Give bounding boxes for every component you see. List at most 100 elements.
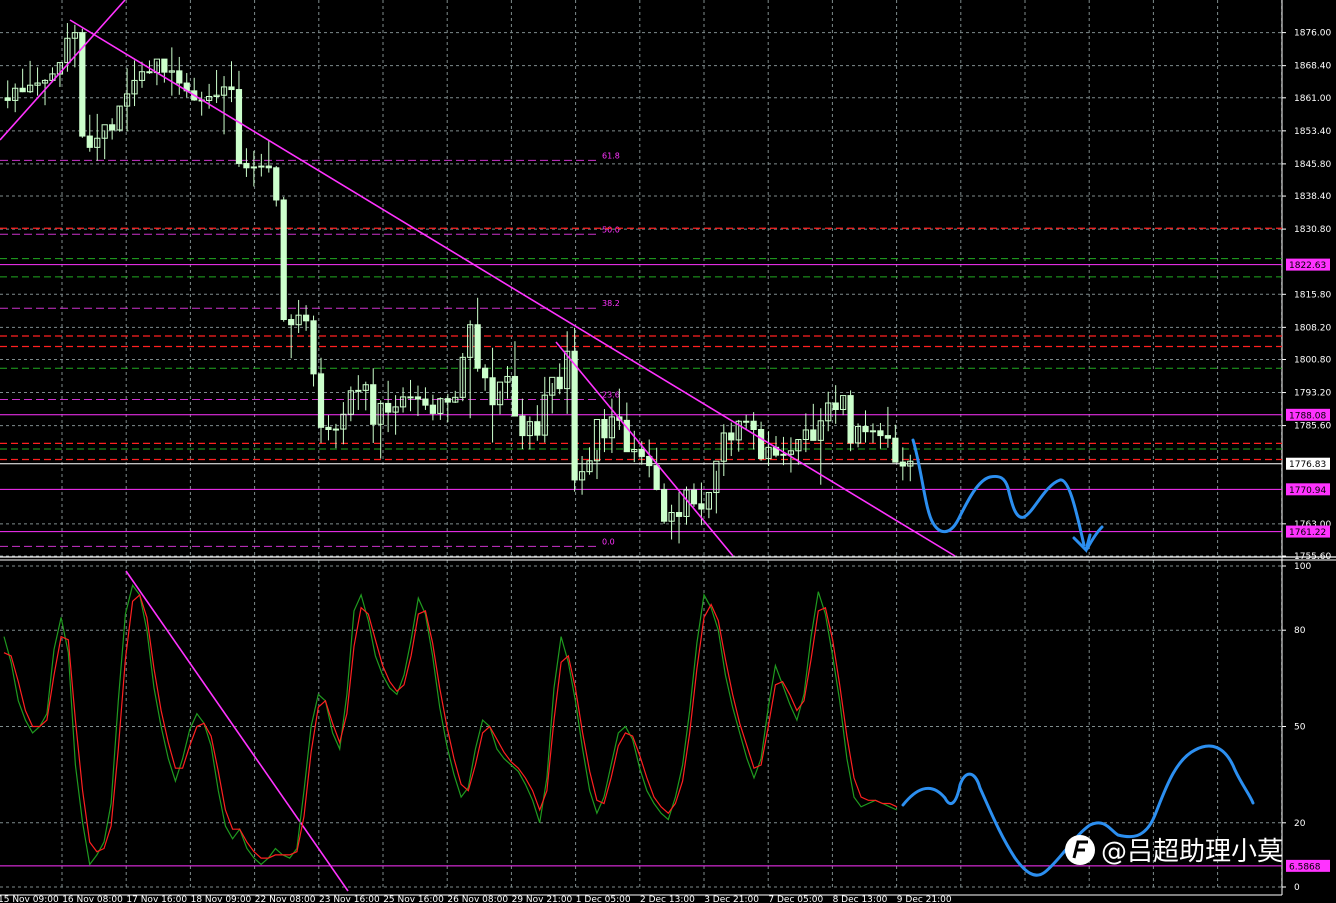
price-tick-label: 1868.40 (1294, 62, 1331, 72)
candle-body (161, 58, 168, 73)
candle-body (407, 396, 414, 399)
price-tag-label: 1788.08 (1289, 411, 1326, 421)
candle-body (489, 377, 496, 406)
time-axis: 15 Nov 09:00 16 Nov 08:00 17 Nov 16:00 18 N… (0, 895, 952, 903)
candle-body (474, 324, 481, 369)
time-tick-label: 15 Nov 09:00 (0, 895, 59, 903)
candle-body (884, 435, 892, 439)
price-tag-label: 1770.94 (1289, 486, 1326, 496)
oscillator-tick-label: 20 (1294, 819, 1306, 829)
fib-label: 38.2 (602, 299, 620, 308)
candle-body (317, 373, 325, 428)
candle-body (176, 70, 183, 84)
time-tick-label: 1 Dec 05:00 (576, 895, 631, 903)
time-tick-label: 26 Nov 08:00 (447, 895, 508, 903)
oscillator-tick-label: 100 (1294, 562, 1311, 572)
candle-body (370, 384, 377, 425)
candle-body (675, 512, 683, 517)
candle-body (235, 89, 243, 164)
candle-body (519, 415, 526, 437)
candle-body (258, 165, 265, 168)
time-tick-label: 18 Nov 09:00 (191, 895, 252, 903)
price-tag-label: 1822.63 (1289, 261, 1326, 271)
time-tick-label: 2 Dec 13:00 (640, 895, 695, 903)
time-tick-label: 23 Nov 16:00 (319, 895, 380, 903)
candle-body (511, 375, 519, 417)
candle-body (899, 461, 906, 467)
oscillator-tick-label: 80 (1294, 626, 1306, 636)
time-tick-label: 16 Nov 08:00 (62, 895, 123, 903)
oscillator-tick-label: 50 (1294, 723, 1306, 733)
price-tick-label: 1845.80 (1294, 160, 1331, 170)
fib-label: 61.8 (602, 151, 620, 160)
candle-body (847, 395, 854, 444)
candle-body (422, 398, 429, 406)
candle-body (302, 314, 310, 322)
candle-body (228, 86, 235, 91)
candle (847, 390, 854, 452)
candle-body (750, 420, 757, 430)
candle-body (444, 398, 451, 403)
time-tick-label: 9 Dec 21:00 (897, 895, 952, 903)
candle-body (653, 465, 660, 490)
price-tick-label: 1793.20 (1294, 389, 1331, 399)
candle (661, 483, 668, 524)
price-tick-label: 1853.40 (1294, 127, 1331, 137)
candle-body (250, 166, 257, 169)
candle-body (109, 124, 116, 131)
price-tag-label: 6.5868 (1289, 862, 1321, 872)
candle-body (4, 97, 11, 101)
time-tick-label: 25 Nov 16:00 (383, 895, 444, 903)
watermark-text: @吕超助理小莫 (1101, 837, 1283, 867)
candle-body (481, 367, 489, 379)
price-tick-label: 1830.80 (1294, 225, 1331, 235)
candle-body (571, 350, 578, 481)
candle-body (661, 488, 668, 522)
time-tick-label: 17 Nov 16:00 (126, 895, 187, 903)
oscillator-tick-label: 0 (1294, 883, 1300, 893)
candle (571, 327, 578, 492)
price-tag-label: 1761.22 (1289, 528, 1326, 538)
candle-body (243, 162, 250, 169)
chart-background (0, 0, 1336, 903)
candle-body (414, 396, 422, 400)
candle-body (332, 428, 340, 431)
price-tick-label: 1800.80 (1294, 356, 1331, 366)
time-tick-label: 22 Nov 08:00 (255, 895, 316, 903)
candle-body (698, 503, 705, 510)
price-tick-label: 1861.00 (1294, 94, 1331, 104)
time-tick-label: 29 Nov 21:00 (512, 895, 573, 903)
candle-body (265, 165, 272, 169)
candle-body (832, 402, 839, 411)
candle-body (892, 437, 899, 463)
candle-body (19, 87, 26, 93)
time-tick-label: 8 Dec 13:00 (833, 895, 888, 903)
fib-label: 23.6 (602, 391, 620, 400)
candle-body (862, 425, 869, 433)
price-tick-label: 1755.60 (1294, 552, 1331, 562)
fib-label: 0.0 (602, 537, 615, 546)
candle-body (146, 71, 153, 74)
candle-body (810, 429, 817, 441)
candle-body (273, 167, 280, 201)
time-tick-label: 3 Dec 21:00 (704, 895, 759, 903)
fib-label: 50.0 (602, 225, 620, 234)
price-tick-label: 1785.60 (1294, 422, 1331, 432)
candle-body (534, 421, 541, 436)
candle-body (325, 426, 332, 430)
candle-body (869, 430, 877, 433)
candle-body (638, 448, 645, 457)
price-tick-label: 1815.80 (1294, 290, 1331, 300)
candle-body (429, 404, 437, 414)
candle-body (690, 489, 698, 505)
candle-body (757, 428, 765, 460)
price-tag-label: 1776.83 (1289, 460, 1326, 470)
candle-body (288, 319, 295, 326)
candle-body (556, 376, 563, 390)
candle-body (385, 402, 392, 413)
candle-body (780, 453, 787, 456)
trading-chart: 61.8 50.0 38.2 23.6 0.0 1876.00 1868.40 1861.0… (0, 0, 1336, 903)
candle (280, 196, 287, 322)
price-tick-label: 1808.20 (1294, 323, 1331, 333)
candle-body (601, 418, 608, 439)
